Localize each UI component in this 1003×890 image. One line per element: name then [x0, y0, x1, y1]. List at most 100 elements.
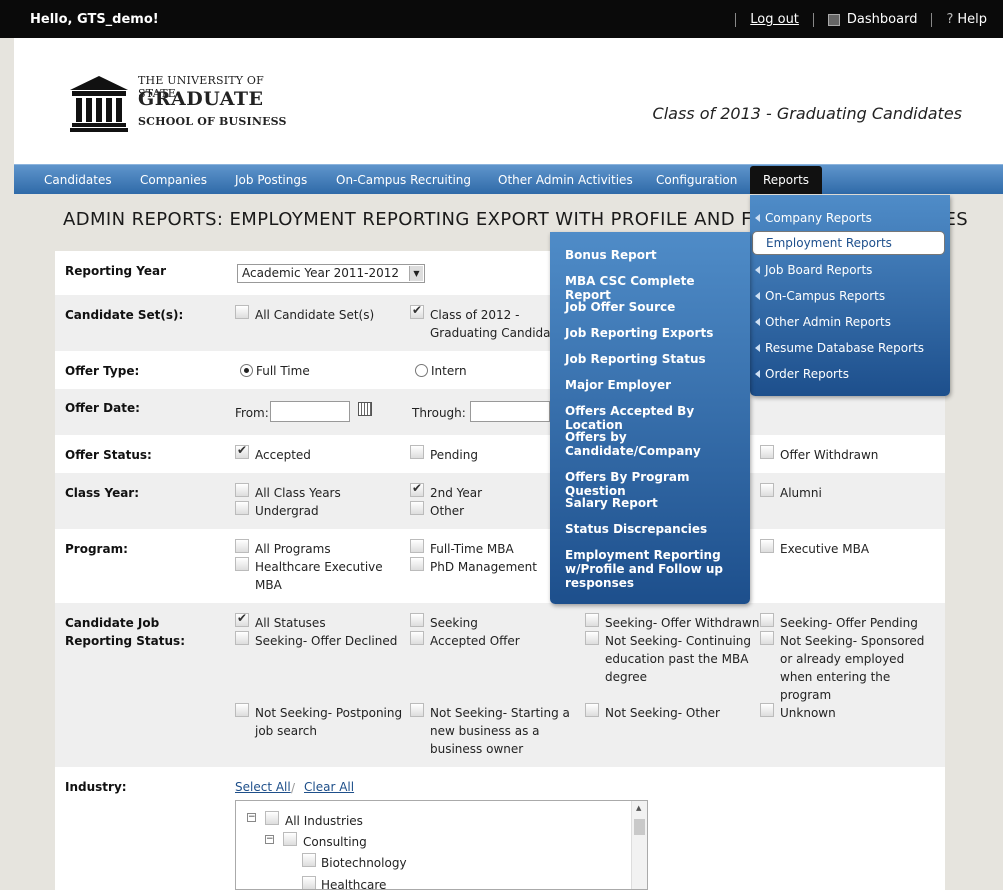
submenu-status-discrepancies[interactable]: Status Discrepancies — [565, 522, 740, 536]
scroll-thumb[interactable] — [634, 819, 645, 835]
menu-employment-reports[interactable]: Employment Reports — [752, 231, 945, 255]
second-year-label: 2nd Year — [430, 486, 483, 500]
through-date-input[interactable] — [470, 401, 550, 422]
nav-on-campus-recruiting[interactable]: On-Campus Recruiting — [336, 165, 471, 195]
continuing-education-label-line2: education past the MBA — [605, 652, 749, 666]
submenu-job-reporting-status[interactable]: Job Reporting Status — [565, 352, 740, 366]
submenu-salary-report[interactable]: Salary Report — [565, 496, 740, 510]
caret-left-icon — [755, 292, 760, 300]
menu-job-board-reports[interactable]: Job Board Reports — [765, 262, 872, 278]
executive-mba-label: Executive MBA — [780, 542, 870, 556]
submenu-mba-csc-report[interactable]: MBA CSC Complete Report — [565, 274, 740, 302]
all-industries-checkbox[interactable] — [265, 811, 279, 825]
executive-mba-checkbox[interactable] — [760, 539, 774, 553]
phd-management-label: PhD Management — [430, 560, 537, 574]
seeking-checkbox[interactable] — [410, 613, 424, 627]
nav-job-postings[interactable]: Job Postings — [235, 165, 307, 195]
from-date-input[interactable] — [270, 401, 350, 422]
university-logo[interactable]: THE UNIVERSITY OF STATE GRADUATE SCHOOL … — [70, 74, 300, 134]
accepted-offer-checkbox[interactable] — [410, 631, 424, 645]
menu-resume-database-reports[interactable]: Resume Database Reports — [765, 340, 924, 356]
nav-companies[interactable]: Companies — [140, 165, 207, 195]
collapse-icon[interactable]: − — [265, 835, 274, 844]
menu-other-admin-reports[interactable]: Other Admin Reports — [765, 314, 891, 330]
accepted-label: Accepted — [255, 448, 311, 462]
submenu-offers-by-candidate[interactable]: Offers by Candidate/Company — [565, 430, 740, 458]
submenu-offers-by-program[interactable]: Offers By Program Question — [565, 470, 740, 498]
offer-withdrawn-label: Offer Withdrawn — [780, 448, 879, 462]
offer-pending-checkbox[interactable] — [760, 613, 774, 627]
offer-withdrawn-checkbox[interactable] — [760, 445, 774, 459]
pending-checkbox[interactable] — [410, 445, 424, 459]
other-year-checkbox[interactable] — [410, 501, 424, 515]
sponsored-label-line3: when entering the — [780, 670, 891, 684]
caret-left-icon — [755, 214, 760, 222]
dashboard-link[interactable]: Dashboard — [847, 12, 918, 27]
sponsored-checkbox[interactable] — [760, 631, 774, 645]
help-link[interactable]: Help — [957, 12, 987, 27]
second-year-checkbox[interactable] — [410, 481, 424, 497]
accepted-offer-label: Accepted Offer — [430, 634, 520, 648]
unknown-checkbox[interactable] — [760, 703, 774, 717]
biotechnology-checkbox[interactable] — [302, 853, 316, 867]
calendar-icon[interactable] — [358, 402, 372, 416]
accepted-checkbox[interactable] — [235, 443, 249, 459]
nav-other-admin-activities[interactable]: Other Admin Activities — [498, 165, 633, 195]
reporting-year-select[interactable]: Academic Year 2011-2012 ▼ — [237, 264, 425, 283]
continuing-education-checkbox[interactable] — [585, 631, 599, 645]
sponsored-label-line1: Not Seeking- Sponsored — [780, 634, 925, 648]
starting-business-checkbox[interactable] — [410, 703, 424, 717]
alumni-checkbox[interactable] — [760, 483, 774, 497]
all-statuses-label: All Statuses — [255, 616, 326, 630]
healthcare-executive-checkbox[interactable] — [235, 557, 249, 571]
phd-management-checkbox[interactable] — [410, 557, 424, 571]
intern-radio[interactable] — [415, 364, 428, 377]
caret-left-icon — [755, 318, 760, 326]
not-seeking-other-label: Not Seeking- Other — [605, 706, 720, 720]
clear-all-link[interactable]: Clear All — [304, 780, 354, 794]
submenu-major-employer[interactable]: Major Employer — [565, 378, 740, 392]
full-time-mba-label: Full-Time MBA — [430, 542, 514, 556]
all-statuses-checkbox[interactable] — [235, 611, 249, 627]
submenu-job-reporting-exports[interactable]: Job Reporting Exports — [565, 326, 740, 340]
link-separator: / — [291, 781, 296, 795]
offer-withdrawn-status-label: Seeking- Offer Withdrawn — [605, 616, 760, 630]
all-candidate-sets-checkbox[interactable] — [235, 305, 249, 319]
logo-line2: GRADUATE — [138, 88, 264, 110]
starting-business-label-line2: new business as a — [430, 724, 540, 738]
menu-on-campus-reports[interactable]: On-Campus Reports — [765, 288, 885, 304]
full-time-radio[interactable] — [240, 364, 253, 377]
nav-reports[interactable]: Reports — [750, 166, 823, 195]
offer-declined-checkbox[interactable] — [235, 631, 249, 645]
submenu-employment-reporting-profile[interactable]: Employment Reporting w/Profile and Follo… — [565, 548, 740, 590]
all-class-years-checkbox[interactable] — [235, 483, 249, 497]
tree-scrollbar[interactable]: ▲ — [631, 801, 647, 889]
menu-company-reports[interactable]: Company Reports — [765, 210, 872, 226]
healthcare-checkbox[interactable] — [302, 876, 316, 889]
menu-order-reports[interactable]: Order Reports — [765, 366, 849, 382]
class-2012-checkbox[interactable] — [410, 303, 424, 319]
collapse-icon[interactable]: − — [247, 813, 256, 822]
all-programs-checkbox[interactable] — [235, 539, 249, 553]
reporting-year-value: Academic Year 2011-2012 — [242, 266, 400, 280]
nav-configuration[interactable]: Configuration — [656, 165, 737, 195]
submenu-bonus-report[interactable]: Bonus Report — [565, 248, 740, 262]
reporting-status-label-line2: Reporting Status: — [65, 634, 185, 648]
seeking-label: Seeking — [430, 616, 478, 630]
nav-candidates[interactable]: Candidates — [44, 165, 112, 195]
candidate-sets-label: Candidate Set(s): — [65, 308, 184, 322]
scroll-up-icon[interactable]: ▲ — [636, 804, 641, 812]
not-seeking-other-checkbox[interactable] — [585, 703, 599, 717]
industry-tree[interactable]: − All Industries − Consulting Biotechnol… — [235, 800, 648, 890]
divider — [812, 12, 814, 27]
consulting-checkbox[interactable] — [283, 832, 297, 846]
full-time-mba-checkbox[interactable] — [410, 539, 424, 553]
submenu-offers-by-location[interactable]: Offers Accepted By Location — [565, 404, 740, 432]
select-all-link[interactable]: Select All — [235, 780, 291, 794]
offer-declined-label: Seeking- Offer Declined — [255, 634, 398, 648]
offer-withdrawn-status-checkbox[interactable] — [585, 613, 599, 627]
undergrad-checkbox[interactable] — [235, 501, 249, 515]
logout-link[interactable]: Log out — [750, 12, 799, 27]
submenu-job-offer-source[interactable]: Job Offer Source — [565, 300, 740, 314]
postponing-checkbox[interactable] — [235, 703, 249, 717]
